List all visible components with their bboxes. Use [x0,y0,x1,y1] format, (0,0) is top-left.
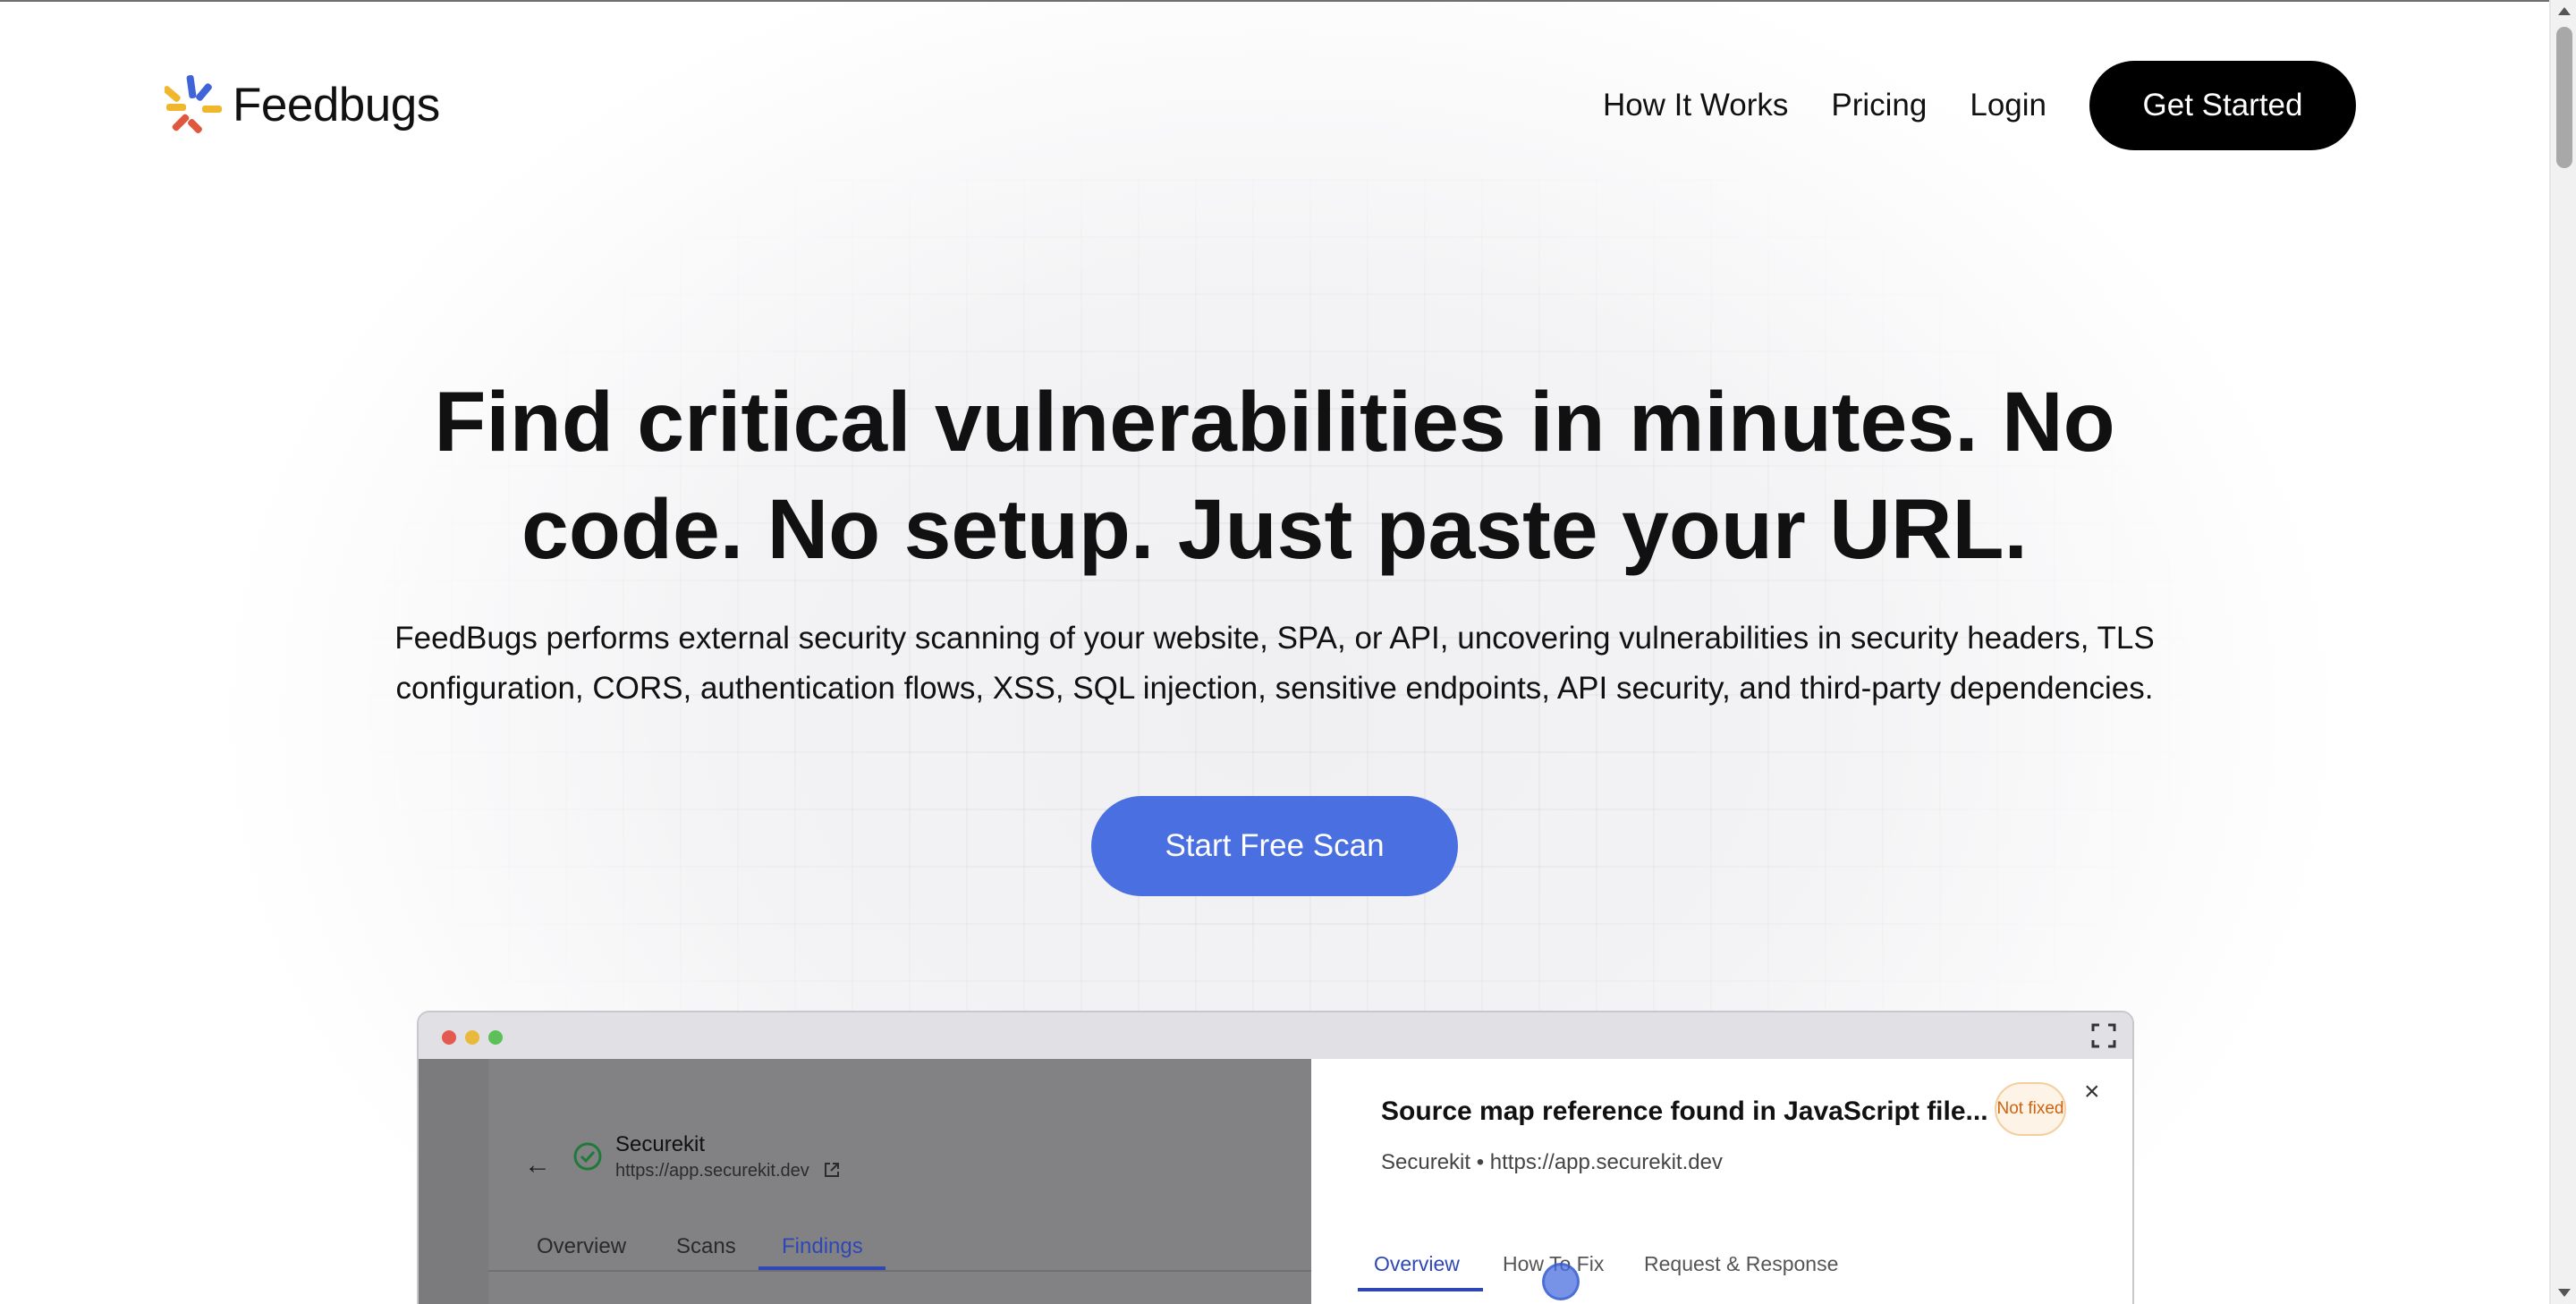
active-tab-indicator [758,1266,886,1270]
hero-title: Find critical vulnerabilities in minutes… [340,368,2209,583]
hero-subtitle-line-2: configuration, CORS, authentication flow… [395,671,2154,706]
back-arrow-icon[interactable]: ← [524,1150,551,1181]
nav-link-pricing[interactable]: Pricing [1831,88,1927,123]
project-panel-content [488,1059,1311,1304]
tab-divider [488,1270,1311,1272]
main-nav: How It Works Pricing Login Get Started [1603,61,2356,150]
feedbugs-logo-icon [165,74,222,133]
hero-subtitle-line-1: FeedBugs performs external security scan… [394,621,2155,656]
product-preview-window: ← Securekit https://app.securekit.dev Ov… [417,1011,2134,1304]
nav-link-how-it-works[interactable]: How It Works [1603,88,1788,123]
hero-title-line-2: code. No setup. Just paste your URL. [521,482,2028,577]
window-maximize-dot [488,1030,503,1045]
brand-name: Feedbugs [233,78,440,131]
tab-overview[interactable]: Overview [537,1234,626,1259]
finding-meta: Securekit • https://app.securekit.dev [1381,1150,1723,1174]
project-panel: ← Securekit https://app.securekit.dev Ov… [419,1059,1311,1304]
scroll-up-icon[interactable] [2558,7,2571,15]
scrollbar-thumb[interactable] [2556,27,2572,168]
external-link-icon[interactable] [823,1161,841,1179]
status-badge: Not fixed [1995,1082,2066,1136]
window-minimize-dot [465,1030,479,1045]
cursor-indicator [1542,1263,1580,1300]
tab-request-response[interactable]: Request & Response [1644,1252,1838,1276]
hero-title-line-1: Find critical vulnerabilities in minutes… [434,375,2115,470]
finding-title: Source map reference found in JavaScript… [1381,1097,1988,1126]
page-scrollbar[interactable] [2549,0,2576,1304]
hero-subtitle: FeedBugs performs external security scan… [340,614,2209,714]
brand-logo[interactable]: Feedbugs [165,73,440,136]
preview-title-bar [419,1012,2132,1059]
active-detail-tab-indicator [1358,1288,1483,1291]
window-top-border [0,0,2576,2]
nav-link-login[interactable]: Login [1970,88,2046,123]
expand-icon[interactable] [2091,1023,2116,1048]
finding-detail-panel: Source map reference found in JavaScript… [1311,1059,2132,1304]
scroll-down-icon[interactable] [2558,1289,2571,1297]
project-url[interactable]: https://app.securekit.dev [615,1161,809,1181]
tab-overview-detail[interactable]: Overview [1374,1252,1460,1276]
window-close-dot [442,1030,456,1045]
shield-check-icon [573,1142,602,1171]
close-icon[interactable]: × [2084,1077,2100,1107]
project-name: Securekit [615,1132,706,1156]
start-free-scan-button[interactable]: Start Free Scan [1091,796,1458,896]
get-started-button[interactable]: Get Started [2089,61,2356,150]
tab-scans[interactable]: Scans [676,1234,736,1259]
tab-findings[interactable]: Findings [782,1234,863,1259]
